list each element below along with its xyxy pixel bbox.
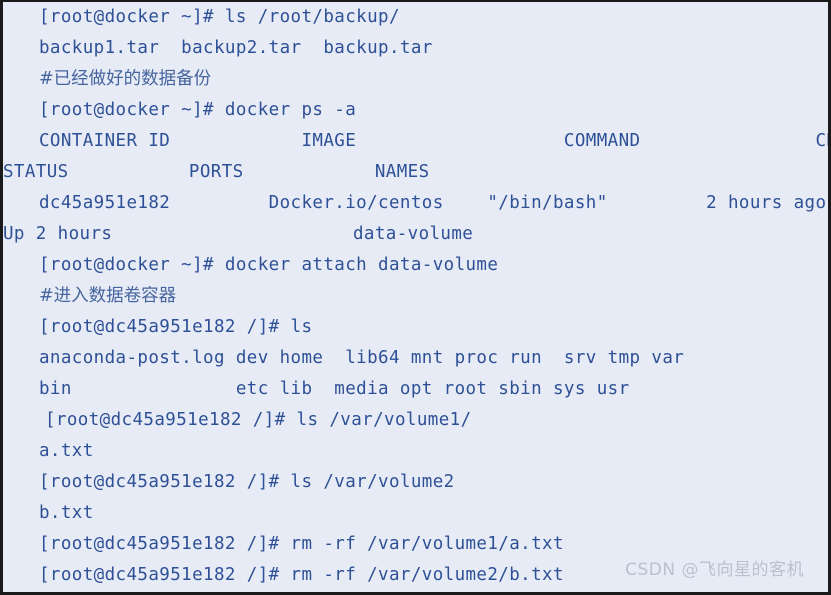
terminal-line: bin etc lib media opt root sbin sys usr [39,379,630,399]
terminal-line: CONTAINER ID IMAGE COMMAND CREATED [39,131,828,151]
terminal-line: [root@dc45a951e182 /]# ls [39,317,313,337]
terminal-window[interactable]: [root@docker ~]# ls /root/backup/backup1… [0,0,831,595]
terminal-line: [root@dc45a951e182 /]# ls /var/volume1/ [45,410,472,430]
terminal-line: [root@dc45a951e182 /]# ls /var/volume2 [39,472,455,492]
terminal-output: [root@docker ~]# ls /root/backup/backup1… [3,2,828,591]
csdn-watermark: CSDN @飞向星的客机 [625,560,804,580]
terminal-line: Up 2 hours data-volume [3,224,474,244]
terminal-line: [root@docker ~]# docker attach data-volu… [39,255,499,275]
terminal-line: backup1.tar backup2.tar backup.tar [39,38,433,58]
terminal-line: [root@docker ~]# ls /root/backup/ [39,7,400,27]
terminal-line: [root@docker ~]# docker ps -a [39,100,357,120]
terminal-line: #进入数据卷容器 [39,286,177,306]
terminal-line: b.txt [39,503,94,523]
terminal-line: STATUS PORTS NAMES [3,162,430,182]
terminal-line: anaconda-post.log dev home lib64 mnt pro… [39,348,685,368]
terminal-line: dc45a951e182 Docker.io/centos "/bin/bash… [39,193,827,213]
terminal-line: #已经做好的数据备份 [39,69,212,89]
terminal-line: a.txt [39,441,94,461]
